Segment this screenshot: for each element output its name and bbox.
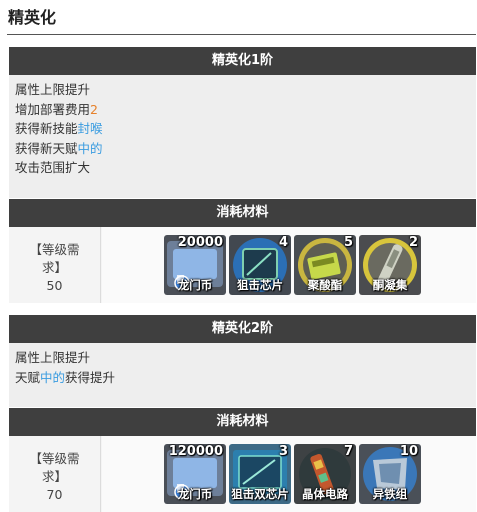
stage1-header: 精英化1阶 bbox=[9, 47, 476, 75]
stage2-materials-row: 【等级需 求】 70 120000 龙门币 3 狙击双芯片 7 晶体电路 10 … bbox=[9, 436, 476, 512]
item-count: 7 bbox=[343, 444, 353, 459]
page-title: 精英化 bbox=[8, 8, 57, 27]
skill-link[interactable]: 封喉 bbox=[78, 121, 103, 136]
stage1-line-3: 获得新技能封喉 bbox=[15, 121, 103, 136]
item-name: 聚酸酯 bbox=[307, 278, 343, 292]
stage2-materials-header: 消耗材料 bbox=[9, 408, 476, 436]
item-count: 20000 bbox=[177, 235, 223, 250]
item-count: 10 bbox=[399, 444, 418, 459]
stage1-line-2: 增加部署费用2 bbox=[15, 101, 98, 117]
item-name: 晶体电路 bbox=[302, 487, 348, 501]
item-lmd[interactable]: 120000 龙门币 bbox=[164, 444, 226, 504]
stage2-line-1: 属性上限提升 bbox=[15, 350, 91, 365]
item-polyester[interactable]: 5 聚酸酯 bbox=[294, 235, 356, 295]
stage1-level-value: 50 bbox=[46, 278, 63, 293]
item-name: 酮凝集 bbox=[372, 278, 408, 292]
talent-link[interactable]: 中的 bbox=[40, 370, 65, 385]
item-sniper-chip[interactable]: 4 狙击芯片 bbox=[229, 235, 291, 295]
stage2-level-requirement: 【等级需 求】 70 bbox=[9, 436, 101, 512]
item-name: 狙击芯片 bbox=[237, 278, 283, 292]
elite-promotion-panel: 精英化 精英化1阶 属性上限提升 增加部署费用2 获得新技能封喉 获得新天赋中的… bbox=[0, 0, 477, 512]
item-count: 5 bbox=[343, 235, 353, 250]
item-name: 龙门币 bbox=[177, 278, 213, 292]
item-count: 4 bbox=[278, 235, 288, 250]
stage1-materials-row: 【等级需 求】 50 20000 龙门币 4 狙击芯片 5 聚酸酯 2 酮凝集 bbox=[9, 227, 476, 303]
item-sniper-dualchip[interactable]: 3 狙击双芯片 bbox=[229, 444, 291, 504]
item-count: 2 bbox=[408, 235, 418, 250]
stage2-description: 属性上限提升 天赋中的获得提升 bbox=[9, 343, 476, 407]
deploy-cost-value: 2 bbox=[90, 101, 98, 117]
item-crystalline-circuit[interactable]: 7 晶体电路 bbox=[294, 444, 356, 504]
stage1-line-1: 属性上限提升 bbox=[15, 82, 91, 97]
item-oriron-cluster[interactable]: 2 酮凝集 bbox=[359, 235, 421, 295]
title-divider bbox=[7, 34, 476, 35]
stage1-line-4: 获得新天赋中的 bbox=[15, 140, 103, 156]
item-name: 异铁组 bbox=[372, 487, 408, 501]
item-name: 狙击双芯片 bbox=[231, 487, 289, 501]
item-count: 120000 bbox=[168, 444, 223, 459]
stage1-line-5: 攻击范围扩大 bbox=[15, 160, 91, 175]
stage2-header: 精英化2阶 bbox=[9, 315, 476, 343]
item-oriron-block[interactable]: 10 异铁组 bbox=[359, 444, 421, 504]
stage1-level-requirement: 【等级需 求】 50 bbox=[9, 227, 101, 303]
item-count: 3 bbox=[278, 444, 288, 459]
talent-link[interactable]: 中的 bbox=[78, 141, 103, 156]
item-name: 龙门币 bbox=[177, 487, 213, 501]
stage2-level-value: 70 bbox=[46, 487, 63, 502]
stage2-line-2: 天赋中的获得提升 bbox=[15, 369, 116, 385]
stage1-description: 属性上限提升 增加部署费用2 获得新技能封喉 获得新天赋中的 攻击范围扩大 bbox=[9, 75, 476, 198]
stage2-item-list: 120000 龙门币 3 狙击双芯片 7 晶体电路 10 异铁组 bbox=[102, 436, 476, 512]
stage1-item-list: 20000 龙门币 4 狙击芯片 5 聚酸酯 2 酮凝集 bbox=[102, 227, 476, 303]
stage1-materials-header: 消耗材料 bbox=[9, 199, 476, 227]
item-lmd[interactable]: 20000 龙门币 bbox=[164, 235, 226, 295]
